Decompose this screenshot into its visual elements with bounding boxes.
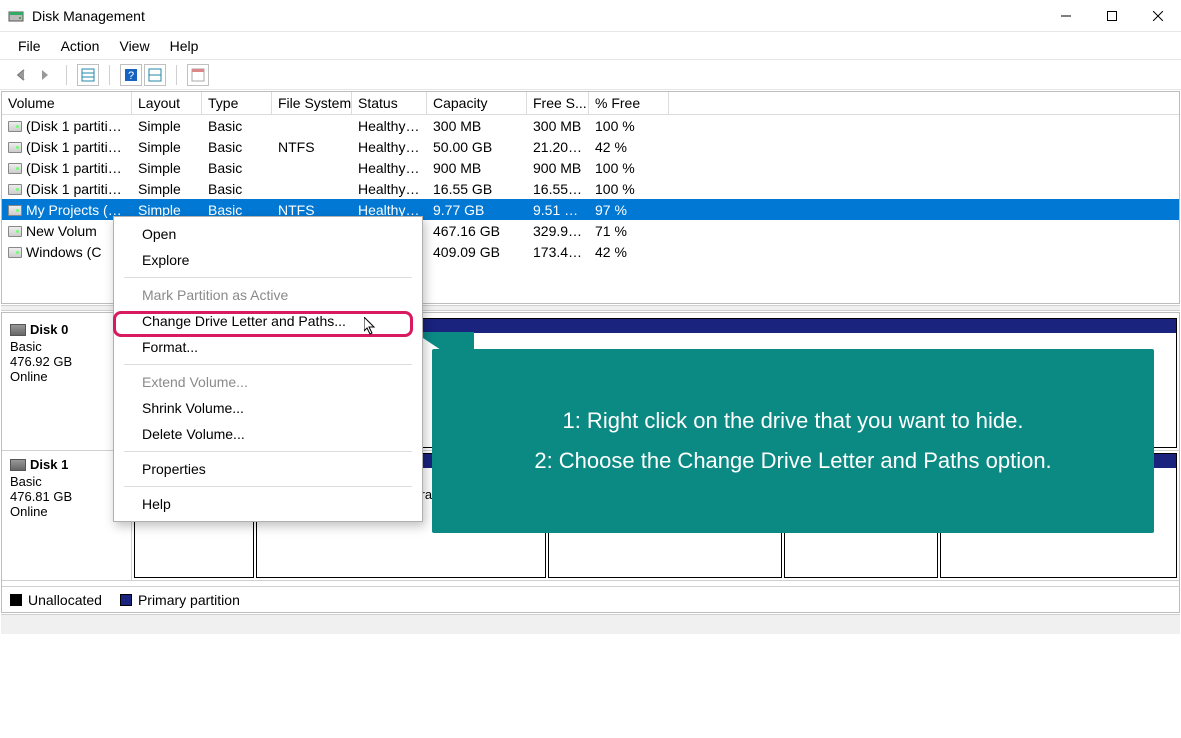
col-status[interactable]: Status [352, 92, 427, 114]
cm-explore[interactable]: Explore [114, 247, 422, 273]
drive-icon [8, 142, 22, 153]
window-title: Disk Management [32, 8, 145, 24]
volume-row[interactable]: (Disk 1 partitio...SimpleBasicNTFSHealth… [2, 136, 1179, 157]
col-filesystem[interactable]: File System [272, 92, 352, 114]
swatch-unallocated [10, 594, 22, 606]
menu-help[interactable]: Help [160, 34, 209, 58]
col-volume[interactable]: Volume [2, 92, 132, 114]
svg-text:?: ? [128, 70, 134, 82]
cm-extend: Extend Volume... [114, 369, 422, 395]
col-layout[interactable]: Layout [132, 92, 202, 114]
callout-line-2: 2: Choose the Change Drive Letter and Pa… [514, 441, 1071, 481]
swatch-primary [120, 594, 132, 606]
col-spacer [669, 92, 1179, 114]
cursor-icon [364, 317, 380, 340]
col-type[interactable]: Type [202, 92, 272, 114]
volume-list-header[interactable]: Volume Layout Type File System Status Ca… [2, 92, 1179, 115]
back-button[interactable] [10, 64, 32, 86]
toolbar: ? [0, 60, 1181, 90]
volume-row[interactable]: (Disk 1 partitio...SimpleBasicHealthy ..… [2, 178, 1179, 199]
volume-row[interactable]: (Disk 1 partitio...SimpleBasicHealthy ..… [2, 157, 1179, 178]
col-free[interactable]: Free S... [527, 92, 589, 114]
legend: Unallocated Primary partition [2, 586, 1179, 612]
forward-button[interactable] [34, 64, 56, 86]
cm-shrink[interactable]: Shrink Volume... [114, 395, 422, 421]
title-bar: Disk Management [0, 0, 1181, 32]
drive-icon [8, 247, 22, 258]
close-button[interactable] [1135, 0, 1181, 32]
cm-help[interactable]: Help [114, 491, 422, 517]
cm-separator [124, 451, 412, 452]
cm-mark-active: Mark Partition as Active [114, 282, 422, 308]
drive-icon [8, 163, 22, 174]
col-capacity[interactable]: Capacity [427, 92, 527, 114]
menu-view[interactable]: View [109, 34, 159, 58]
app-icon [8, 8, 24, 24]
callout-line-1: 1: Right click on the drive that you wan… [542, 401, 1043, 441]
volume-row[interactable]: (Disk 1 partitio...SimpleBasicHealthy ..… [2, 115, 1179, 136]
tutorial-callout: 1: Right click on the drive that you wan… [432, 349, 1154, 533]
cm-separator [124, 364, 412, 365]
menu-action[interactable]: Action [51, 34, 110, 58]
drive-icon [8, 205, 22, 216]
cm-properties[interactable]: Properties [114, 456, 422, 482]
context-menu: Open Explore Mark Partition as Active Ch… [113, 216, 423, 522]
drive-icon [8, 184, 22, 195]
legend-unallocated: Unallocated [28, 592, 102, 608]
drive-icon [8, 226, 22, 237]
maximize-button[interactable] [1089, 0, 1135, 32]
toolbar-detail-button[interactable] [187, 64, 209, 86]
menu-bar: File Action View Help [0, 32, 1181, 60]
cm-separator [124, 277, 412, 278]
disk-icon [10, 324, 26, 336]
col-percent-free[interactable]: % Free [589, 92, 669, 114]
drive-icon [8, 121, 22, 132]
disk-icon [10, 459, 26, 471]
help-toolbar-button[interactable]: ? [120, 64, 142, 86]
legend-primary: Primary partition [138, 592, 240, 608]
toolbar-grid-button[interactable] [77, 64, 99, 86]
toolbar-list-button[interactable] [144, 64, 166, 86]
menu-file[interactable]: File [8, 34, 51, 58]
cm-separator [124, 486, 412, 487]
cm-delete[interactable]: Delete Volume... [114, 421, 422, 447]
status-bar [1, 614, 1180, 634]
minimize-button[interactable] [1043, 0, 1089, 32]
cm-open[interactable]: Open [114, 221, 422, 247]
